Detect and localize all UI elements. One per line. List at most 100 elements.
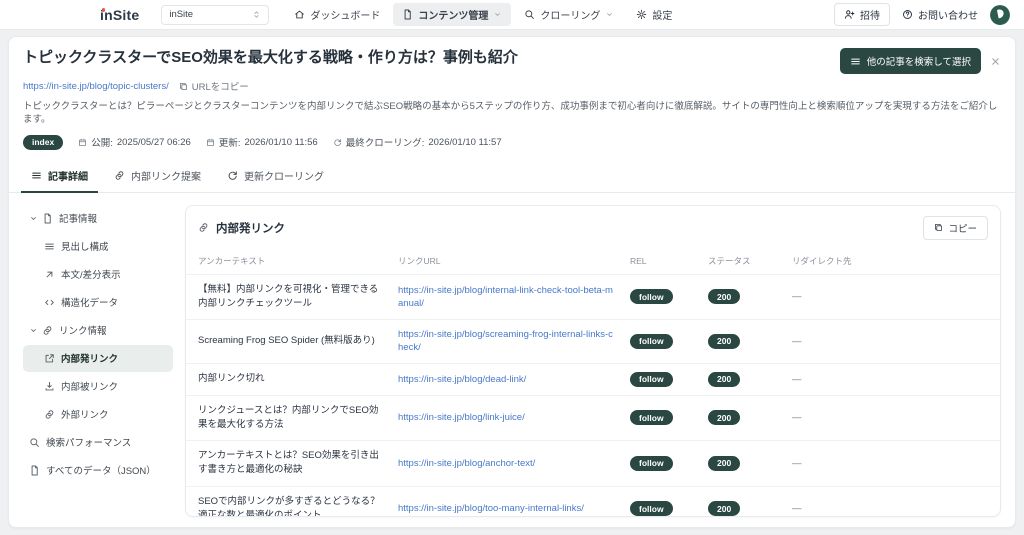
table-header-row: アンカーテキスト リンクURL REL ステータス リダイレクト先 [186,248,1000,274]
link-icon [42,325,53,336]
redirect-dash: — [792,412,802,424]
column-header: リダイレクト先 [792,255,852,266]
table-row-2: 内部リンク切れ https://in-site.jp/blog/dead-link… [186,362,1000,395]
tab-bar: 記事詳細 内部リンク提案 更新クローリング [9,160,1015,193]
external-icon [44,353,55,364]
nav-item-2[interactable]: クローリング [515,3,623,26]
published-value: 2025/05/27 06:26 [116,136,191,148]
tab-0[interactable]: 記事詳細 [21,160,98,193]
last-crawl-value: 2026/01/10 11:57 [428,136,502,148]
calendar-icon [78,138,87,147]
tab-1[interactable]: 内部リンク提案 [104,160,211,193]
chev-icon [493,10,502,19]
sidebar-item-9[interactable]: すべてのデータ（JSON） [23,457,173,484]
copy-icon [934,223,943,232]
anchor-text: 【無料】内部リンクを可視化・管理できる内部リンクチェックツール [198,283,379,309]
article-detail-card: トピッククラスターでSEO効果を最大化する戦略・作り方は？事例も紹介 他の記事を… [8,36,1016,528]
copy-icon [179,82,188,91]
tab-2[interactable]: 更新クローリング [217,160,334,193]
question-icon [902,9,913,20]
panel-title-wrap: 内部発リンク [198,220,285,236]
rel-badge: follow [630,501,673,516]
redirect-dash: — [792,291,802,303]
search-other-articles-button[interactable]: 他の記事を検索して選択 [839,48,981,74]
column-header: REL [630,255,647,266]
gear-icon [636,9,647,20]
doc-icon [402,9,413,20]
calendar-icon [206,138,215,147]
panel-title: 内部発リンク [216,222,285,235]
status-badge: 200 [708,333,741,349]
download-icon [44,381,55,392]
panel-header: 内部発リンク コピー [186,206,1000,248]
contact-label: お問い合わせ [918,11,978,22]
table-row-0: 【無料】内部リンクを可視化・管理できる内部リンクチェックツール https://i… [186,273,1000,320]
updated-meta: 更新: 2026/01/10 11:56 [206,135,318,149]
menu-icon [850,56,861,67]
detail-sidebar: 記事情報 見出し構成 本文/差分表示 構造化データ リンク情報 内部発リンク 内部被リンク外… [23,203,173,527]
doc-icon [29,465,40,476]
last-crawl-meta: 最終クローリング: 2026/01/10 11:57 [333,135,502,149]
copy-table-label: コピー [948,223,977,235]
sidebar-item-8[interactable]: 検索パフォーマンス [23,429,173,456]
index-badge: index [23,134,64,150]
anchor-text: Screaming Frog SEO Spider (無料版あり) [198,335,375,347]
status-badge: 200 [708,455,741,471]
copy-table-button[interactable]: コピー [923,215,988,240]
rel-badge: follow [630,289,673,305]
sidebar-item-5[interactable]: 内部発リンク [23,344,173,372]
header-row: トピッククラスターでSEO効果を最大化する戦略・作り方は？事例も紹介 他の記事を… [23,48,1001,74]
menu-icon [31,170,42,181]
sidebar-item-7[interactable]: 外部リンク [23,401,173,428]
avatar[interactable] [990,4,1010,25]
project-select-value: inSite [169,9,194,20]
link-url[interactable]: https://in-site.jp/blog/dead-link/ [398,373,630,386]
redirect-dash: — [792,335,802,347]
nav-item-3[interactable]: 設定 [627,3,681,26]
refresh-icon [227,170,238,181]
copy-url-button[interactable]: URLをコピー [179,79,249,93]
status-badge: 200 [708,410,741,426]
sidebar-item-6[interactable]: 内部被リンク [23,373,173,400]
last-crawl-label: 最終クローリング: [345,138,425,150]
url-row: https://in-site.jp/blog/topic-clusters/ … [23,79,1001,94]
updated-label: 更新: [218,138,241,150]
link-url[interactable]: https://in-site.jp/blog/anchor-text/ [398,457,630,470]
article-description: トピッククラスターとは？ピラーページとクラスターコンテンツを内部リンクで結ぶSE… [23,101,998,126]
logo[interactable]: inSite [100,7,139,23]
link-url[interactable]: https://in-site.jp/blog/internal-link-ch… [398,284,630,311]
sidebar-item-2[interactable]: 本文/差分表示 [23,261,173,288]
nav-item-0[interactable]: ダッシュボード [285,3,389,26]
code-icon [44,297,55,308]
link-url[interactable]: https://in-site.jp/blog/screaming-frog-i… [398,328,630,355]
column-header: ステータス [708,255,751,266]
sidebar-item-0[interactable]: 記事情報 [23,205,173,232]
table-row-3: リンクジュースとは？内部リンクでSEO効果を最大化する方法 https://in-… [186,394,1000,441]
link-url[interactable]: https://in-site.jp/blog/link-juice/ [398,411,630,424]
rel-badge: follow [630,333,673,349]
invite-label: 招待 [860,11,880,22]
published-label: 公開: [91,138,113,150]
logo-dot [101,8,105,12]
published-meta: 公開: 2025/05/27 06:26 [78,135,191,149]
contact-button[interactable]: お問い合わせ [902,7,978,22]
sidebar-item-1[interactable]: 見出し構成 [23,233,173,260]
project-select[interactable]: inSite [161,4,270,25]
invite-button[interactable]: 招待 [834,3,890,26]
status-badge: 200 [708,289,741,305]
main-area: 内部発リンク コピー アンカーテキスト リンクURL REL ステータス リダイレクト先… [173,203,1001,527]
page-title: トピッククラスターでSEO効果を最大化する戦略・作り方は？事例も紹介 [23,49,518,66]
home-icon [294,9,305,20]
sidebar-item-4[interactable]: リンク情報 [23,317,173,344]
updated-value: 2026/01/10 11:56 [244,136,318,148]
logo-text: inSite [100,6,140,23]
nav-item-1[interactable]: コンテンツ管理 [393,3,512,26]
chev-icon [605,10,614,19]
close-icon[interactable] [990,56,1001,67]
sidebar-item-3[interactable]: 構造化データ [23,289,173,316]
link-url[interactable]: https://in-site.jp/blog/too-many-interna… [398,502,630,515]
article-url-link[interactable]: https://in-site.jp/blog/topic-clusters/ [23,81,169,92]
topbar: inSite inSite ダッシュボード コンテンツ管理 クローリング 設定 招待 … [0,0,1024,30]
search-icon [524,9,535,20]
main-nav: ダッシュボード コンテンツ管理 クローリング 設定 [285,3,681,26]
